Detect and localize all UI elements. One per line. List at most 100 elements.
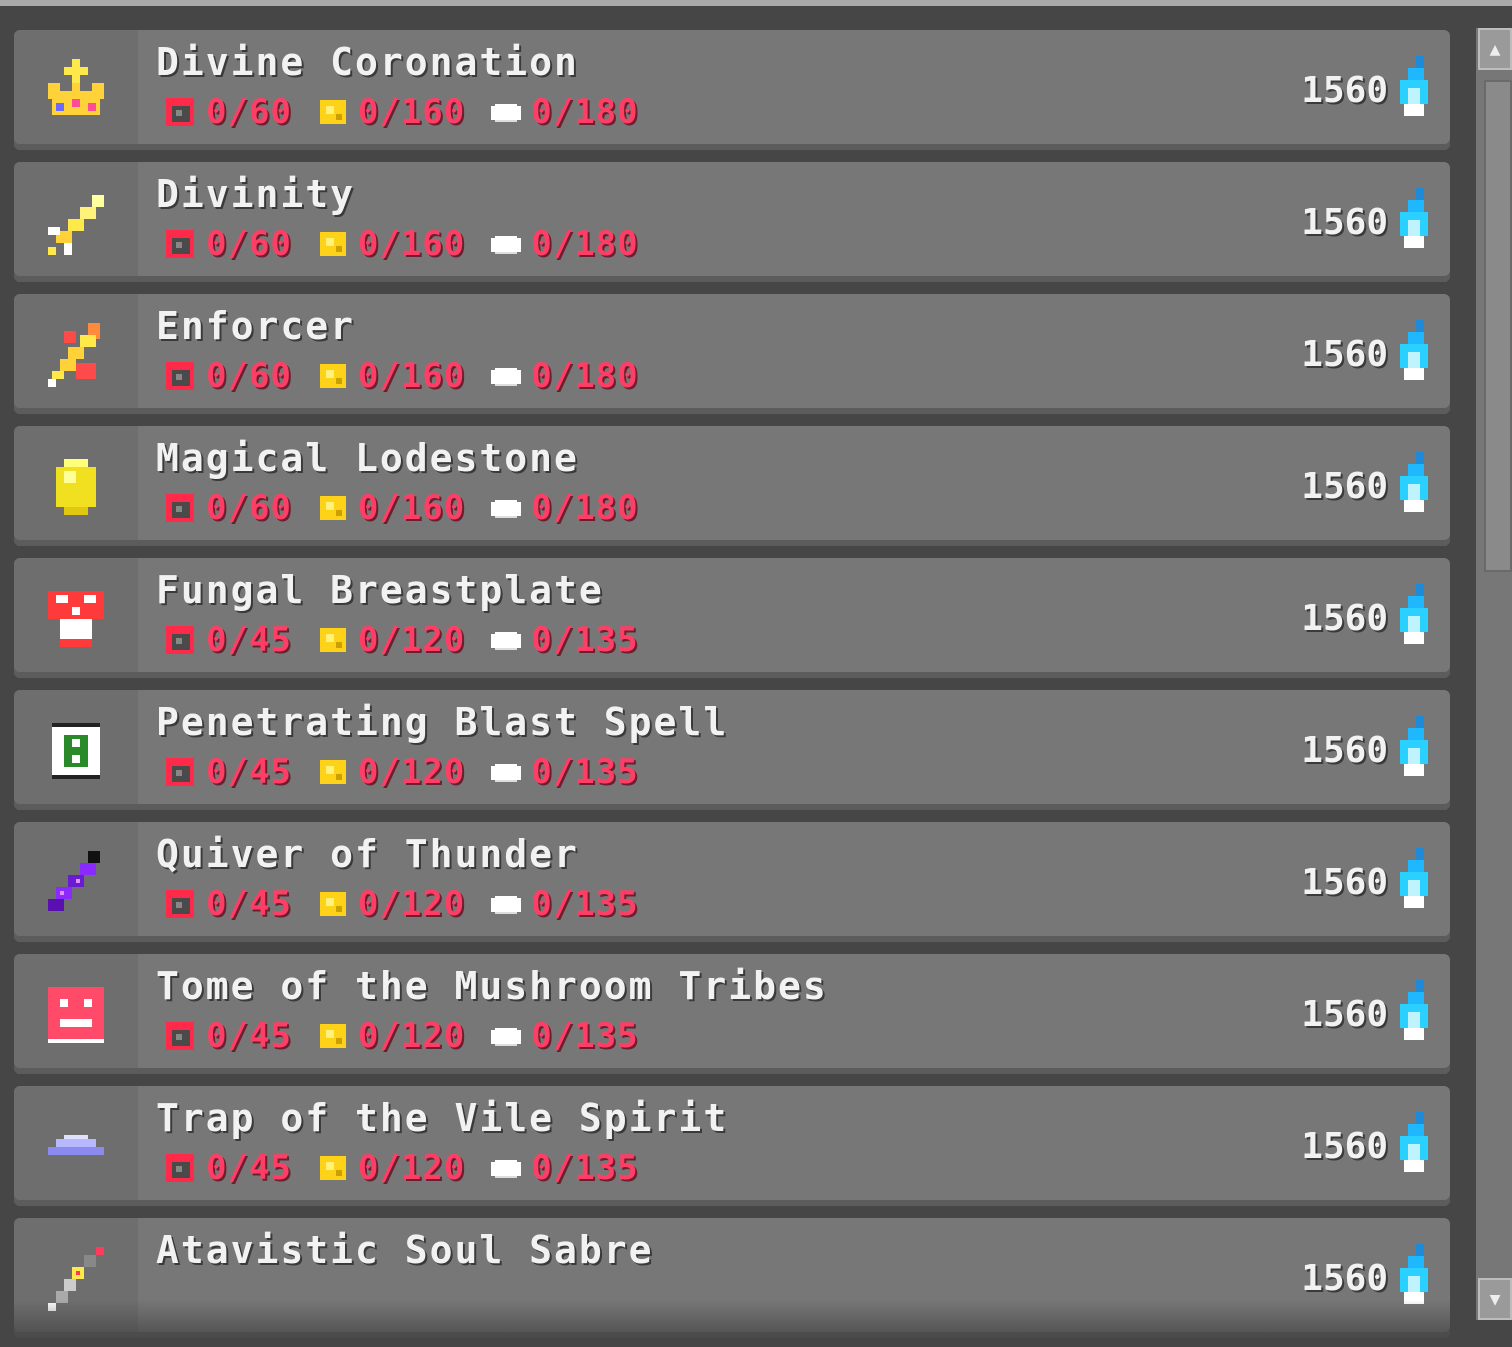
price-value: 1560: [1301, 729, 1388, 771]
requirement: 0/45: [162, 1148, 292, 1188]
white-stone-icon: [487, 226, 531, 262]
requirements: 0/60 0/160 0/180: [162, 224, 661, 268]
requirement-value: 0/45: [206, 1016, 292, 1056]
item-list[interactable]: Divine Coronation 0/60 0/160 0/180 1560 Divin…: [14, 30, 1450, 1340]
mushroom-armor-icon: [14, 558, 138, 672]
requirement-value: 0/60: [206, 488, 292, 528]
requirement: 0/160: [314, 92, 465, 132]
item-name: Fungal Breastplate: [156, 568, 604, 612]
item-name: Divinity: [156, 172, 356, 216]
tome-icon: [14, 954, 138, 1068]
requirement-value: 0/60: [206, 356, 292, 396]
gold-ore-icon: [314, 94, 358, 130]
item-name: Enforcer: [156, 304, 356, 348]
requirement: 0/135: [487, 1148, 638, 1188]
shop-item-row[interactable]: Quiver of Thunder 0/45 0/120 0/135 1560: [14, 822, 1450, 942]
requirement: 0/135: [487, 752, 638, 792]
item-name: Atavistic Soul Sabre: [156, 1228, 654, 1272]
requirement-value: 0/180: [531, 488, 639, 528]
requirement: 0/60: [162, 488, 292, 528]
requirement-value: 0/60: [206, 224, 292, 264]
item-name: Tome of the Mushroom Tribes: [156, 964, 828, 1008]
shop-item-row[interactable]: Enforcer 0/60 0/160 0/180 1560: [14, 294, 1450, 414]
requirement-value: 0/120: [357, 752, 466, 792]
price-value: 1560: [1301, 465, 1388, 507]
requirement-value: 0/45: [206, 620, 292, 660]
requirement-value: 0/180: [531, 356, 639, 396]
gold-ore-icon: [314, 754, 358, 790]
requirements: 0/60 0/160 0/180: [162, 488, 661, 532]
gold-ore-icon: [314, 622, 358, 658]
requirement-value: 0/60: [206, 92, 292, 132]
scroll-down-button[interactable]: ▼: [1478, 1278, 1512, 1320]
blue-flame-icon: [1396, 1112, 1432, 1180]
price: 1560: [1301, 980, 1432, 1048]
shop-item-row[interactable]: Atavistic Soul Sabre 1560: [14, 1218, 1450, 1338]
blue-flame-icon: [1396, 980, 1432, 1048]
requirements: 0/45 0/120 0/135: [162, 1016, 661, 1060]
price-value: 1560: [1301, 1257, 1388, 1299]
red-ore-icon: [162, 1018, 206, 1054]
requirement: 0/45: [162, 752, 292, 792]
gold-ore-icon: [314, 886, 358, 922]
requirement-value: 0/160: [357, 356, 466, 396]
requirements: 0/45 0/120 0/135: [162, 620, 661, 664]
price: 1560: [1301, 452, 1432, 520]
requirement: 0/120: [314, 620, 465, 660]
scrollbar-thumb[interactable]: [1484, 80, 1512, 572]
requirement-value: 0/135: [531, 620, 639, 660]
white-stone-icon: [487, 1150, 531, 1186]
quiver-icon: [14, 822, 138, 936]
requirement: 0/160: [314, 224, 465, 264]
requirement-value: 0/160: [357, 224, 466, 264]
crown-icon: [14, 30, 138, 144]
item-name: Trap of the Vile Spirit: [156, 1096, 729, 1140]
item-name: Quiver of Thunder: [156, 832, 579, 876]
blue-flame-icon: [1396, 1244, 1432, 1312]
sabre-icon: [14, 1218, 138, 1332]
requirement-value: 0/120: [357, 884, 466, 924]
shop-item-row[interactable]: Fungal Breastplate 0/45 0/120 0/135 1560: [14, 558, 1450, 678]
requirement: 0/45: [162, 1016, 292, 1056]
requirement-value: 0/120: [357, 620, 466, 660]
requirement-value: 0/135: [531, 752, 639, 792]
requirement: 0/135: [487, 884, 638, 924]
blue-flame-icon: [1396, 716, 1432, 784]
requirement-value: 0/180: [531, 224, 639, 264]
price-value: 1560: [1301, 861, 1388, 903]
gold-ore-icon: [314, 1150, 358, 1186]
trap-icon: [14, 1086, 138, 1200]
price-value: 1560: [1301, 333, 1388, 375]
requirement-value: 0/120: [357, 1148, 466, 1188]
red-ore-icon: [162, 94, 206, 130]
gold-ore-icon: [314, 1018, 358, 1054]
blue-flame-icon: [1396, 56, 1432, 124]
blue-flame-icon: [1396, 188, 1432, 256]
scroll-up-button[interactable]: ▲: [1478, 28, 1512, 70]
price: 1560: [1301, 716, 1432, 784]
shop-item-row[interactable]: Magical Lodestone 0/60 0/160 0/180 1560: [14, 426, 1450, 546]
requirement: 0/60: [162, 92, 292, 132]
requirements: 0/60 0/160 0/180: [162, 92, 661, 136]
requirement: 0/45: [162, 620, 292, 660]
gold-ore-icon: [314, 490, 358, 526]
white-stone-icon: [487, 1018, 531, 1054]
red-ore-icon: [162, 490, 206, 526]
requirement-value: 0/135: [531, 1148, 639, 1188]
shop-item-row[interactable]: Divine Coronation 0/60 0/160 0/180 1560: [14, 30, 1450, 150]
shop-item-row[interactable]: Trap of the Vile Spirit 0/45 0/120 0/135 156…: [14, 1086, 1450, 1206]
shop-item-row[interactable]: Penetrating Blast Spell 0/45 0/120 0/135 156…: [14, 690, 1450, 810]
requirement: 0/60: [162, 356, 292, 396]
shop-item-row[interactable]: Divinity 0/60 0/160 0/180 1560: [14, 162, 1450, 282]
shop-item-row[interactable]: Tome of the Mushroom Tribes 0/45 0/120 0/13…: [14, 954, 1450, 1074]
arrow-up-icon: ▲: [1489, 38, 1501, 60]
requirement-value: 0/135: [531, 1016, 639, 1056]
price-value: 1560: [1301, 993, 1388, 1035]
white-stone-icon: [487, 622, 531, 658]
requirement: 0/180: [487, 92, 638, 132]
requirement-value: 0/120: [357, 1016, 466, 1056]
top-border: [0, 0, 1512, 6]
fire-sword-icon: [14, 294, 138, 408]
requirements: 0/45 0/120 0/135: [162, 1148, 661, 1192]
red-ore-icon: [162, 358, 206, 394]
